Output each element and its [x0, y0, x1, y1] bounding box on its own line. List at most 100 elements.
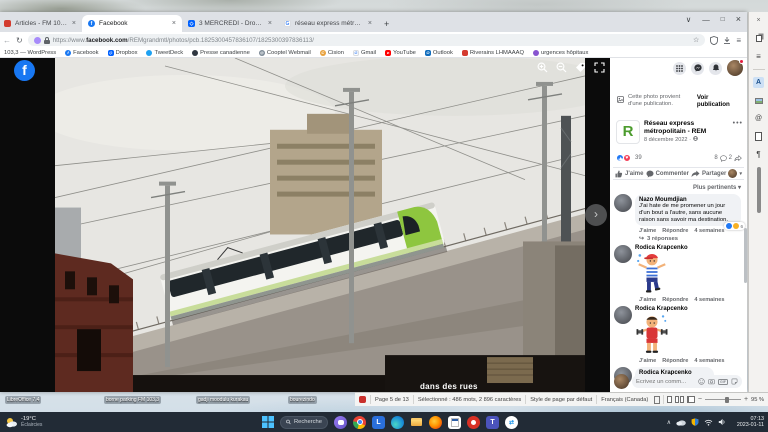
taskbar-icon-red-app[interactable]: [467, 416, 480, 429]
taskbar-icon-teamviewer[interactable]: ⇄: [505, 416, 518, 429]
commenter-avatar[interactable]: [614, 245, 632, 263]
copy-icon[interactable]: [753, 33, 764, 44]
book-view-icon[interactable]: [687, 396, 695, 403]
taskbar-icon-explorer[interactable]: [410, 416, 423, 429]
zoom-slider-thumb[interactable]: [725, 397, 729, 403]
comment-reply-link[interactable]: Répondre: [662, 358, 688, 364]
desktop-icon-gadji[interactable]: gadji moodulu kurakau: [196, 396, 250, 404]
comment-like-link[interactable]: J'aime: [639, 228, 656, 234]
status-page-style[interactable]: Style de page par défaut: [530, 397, 592, 403]
bookmark-item[interactable]: TweetDeck: [146, 50, 183, 56]
dancing-character-sticker[interactable]: [635, 251, 669, 293]
commenter-avatar[interactable]: [614, 194, 632, 212]
comment-like-link[interactable]: J'aime: [639, 297, 656, 303]
close-button[interactable]: ×: [736, 14, 741, 24]
status-page[interactable]: Page 5 de 13: [375, 397, 409, 403]
comment-input[interactable]: [636, 379, 695, 385]
comment-time[interactable]: 4 semaines: [694, 228, 724, 234]
volume-icon[interactable]: [718, 418, 726, 426]
taskbar-icon-edge[interactable]: [391, 416, 404, 429]
zoom-out-button[interactable]: −: [698, 396, 702, 403]
share-button[interactable]: Partager: [691, 170, 726, 178]
view-replies-link[interactable]: ↪ 3 réponses: [639, 236, 741, 242]
tab-search-chevron-icon[interactable]: ∨: [686, 15, 692, 24]
document-scrollbar[interactable]: [757, 167, 761, 213]
page-name-link[interactable]: Réseau express métropolitain - REM: [644, 120, 706, 135]
comment-count[interactable]: 8: [714, 155, 717, 161]
selection-mode-icon[interactable]: [654, 396, 660, 404]
taskbar-icon-chat[interactable]: [334, 416, 347, 429]
tab-wordpress[interactable]: Articles - FM 103,3 — WordPress ×: [0, 15, 82, 32]
rem-page-logo[interactable]: R: [616, 120, 640, 144]
zoom-level[interactable]: 95 %: [751, 397, 764, 403]
tab-facebook[interactable]: f Facebook ×: [82, 15, 182, 32]
bookmark-item[interactable]: GGmail: [353, 50, 376, 56]
love-reaction-icon[interactable]: ♥: [623, 154, 631, 162]
maximize-button[interactable]: □: [721, 16, 725, 23]
reaction-count[interactable]: 39: [635, 155, 642, 161]
mention-tab-icon[interactable]: @: [753, 113, 764, 124]
gif-icon[interactable]: GIF: [718, 379, 728, 385]
bookmark-item[interactable]: ▸YouTube: [385, 50, 416, 56]
tray-chevron-up-icon[interactable]: ∧: [667, 419, 671, 426]
sticker-icon[interactable]: [731, 378, 738, 385]
tab-close-icon[interactable]: ×: [268, 20, 272, 27]
onedrive-icon[interactable]: [676, 419, 686, 426]
comment-button[interactable]: Commenter: [646, 170, 689, 178]
taskbar-icon-document[interactable]: [448, 416, 461, 429]
weightlifter-sticker[interactable]: [635, 312, 669, 354]
apps-menu-button[interactable]: [673, 62, 686, 75]
tab-close-icon[interactable]: ×: [368, 20, 372, 27]
back-icon[interactable]: ←: [3, 36, 11, 45]
security-shield-icon[interactable]: [691, 418, 699, 426]
tab-close-icon[interactable]: ×: [72, 20, 76, 27]
view-post-link[interactable]: Voir publication: [697, 94, 743, 108]
new-tab-button[interactable]: +: [378, 15, 394, 32]
next-photo-button[interactable]: ›: [585, 204, 607, 226]
close-icon[interactable]: ×: [753, 15, 764, 26]
comment-input-pill[interactable]: GIF: [632, 375, 742, 388]
like-button[interactable]: J'aime: [615, 170, 643, 178]
tab-close-icon[interactable]: ×: [172, 20, 176, 27]
browser-menu-icon[interactable]: ≡: [736, 36, 741, 45]
profile-avatar[interactable]: [727, 60, 743, 76]
messenger-button[interactable]: [691, 62, 704, 75]
taskbar-icon-chrome[interactable]: [353, 416, 366, 429]
start-button[interactable]: [262, 416, 274, 428]
bookmark-star-icon[interactable]: ☆: [693, 36, 699, 44]
gallery-tab-icon[interactable]: [753, 95, 764, 106]
paragraph-tab-icon[interactable]: ¶: [753, 149, 764, 160]
post-options-icon[interactable]: •••: [733, 120, 743, 144]
wifi-icon[interactable]: [704, 419, 713, 426]
comment-reply-link[interactable]: Répondre: [662, 297, 688, 303]
zoom-slider[interactable]: [705, 399, 741, 400]
unsaved-changes-icon[interactable]: [359, 396, 366, 403]
taskbar-icon-l-app[interactable]: L: [372, 416, 385, 429]
address-bar[interactable]: https://www.facebook.com/REMgrandmtl/pho…: [28, 34, 706, 46]
sidebar-menu-icon[interactable]: ≡: [753, 51, 764, 62]
tab-google-search[interactable]: G réseau express métropolitain - ×: [278, 15, 378, 32]
bookmark-item[interactable]: 103,3 — WordPress: [4, 50, 56, 56]
photo-rem-train[interactable]: [55, 58, 585, 392]
multi-page-view-icon[interactable]: [675, 396, 684, 403]
panel-scrollbar[interactable]: [744, 228, 747, 283]
single-page-view-icon[interactable]: [667, 396, 672, 403]
desktop-icon-borne-parking[interactable]: borne parking FM 103,3: [104, 396, 161, 404]
notifications-button[interactable]: [709, 62, 722, 75]
share-count[interactable]: 2: [729, 155, 732, 161]
bookmark-item[interactable]: ◇Dropbox: [108, 50, 138, 56]
taskbar-clock[interactable]: 07:13 2023-01-11: [737, 416, 764, 429]
comment-like-link[interactable]: J'aime: [639, 358, 656, 364]
tab-dropbox[interactable]: ◇ 3 MERCREDI - Dropbox ×: [182, 15, 278, 32]
comment-reply-link[interactable]: Répondre: [662, 228, 688, 234]
bookmark-item[interactable]: Riverains LHMAAAQ: [462, 50, 524, 56]
page-tab-icon[interactable]: [753, 131, 764, 142]
comment-reactions-pill[interactable]: 6: [724, 222, 745, 230]
styles-tab-icon[interactable]: A: [753, 77, 764, 88]
zoom-out-icon[interactable]: [556, 62, 567, 73]
bookmark-item[interactable]: OOutlook: [425, 50, 453, 56]
commenter-avatar[interactable]: [614, 306, 632, 324]
bookmark-item[interactable]: @Cooptel Webmail: [259, 50, 311, 56]
facebook-logo[interactable]: f: [14, 60, 35, 81]
comment-time[interactable]: 4 semaines: [694, 297, 724, 303]
